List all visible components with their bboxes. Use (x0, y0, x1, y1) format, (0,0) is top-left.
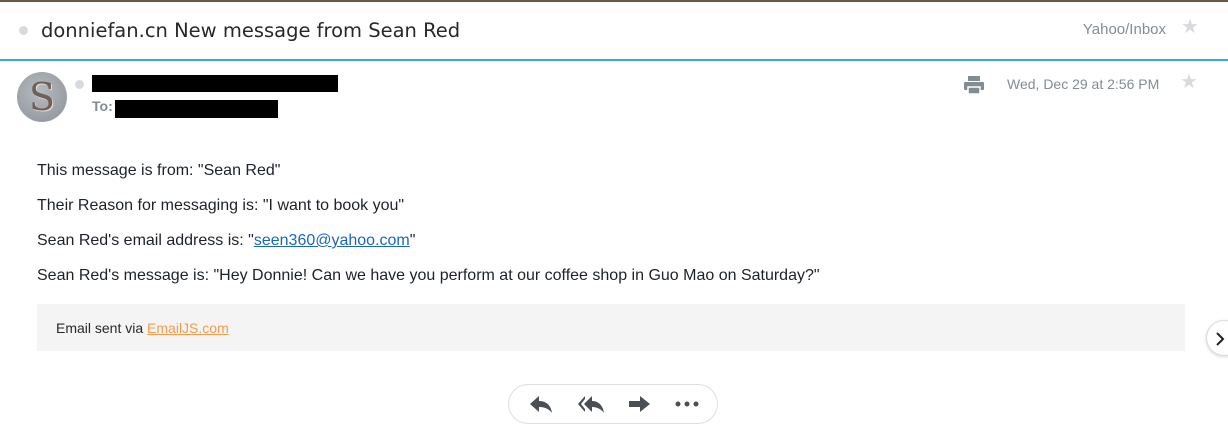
chevron-right-icon (1216, 332, 1225, 346)
star-icon[interactable]: ★ (1180, 72, 1198, 92)
forward-button[interactable] (621, 385, 657, 423)
footer-text: Email sent via EmailJS.com (56, 320, 229, 336)
reply-all-icon (578, 396, 604, 413)
forward-icon (629, 396, 650, 412)
sender-status-dot (75, 80, 84, 89)
body-line-email: Sean Red's email address is: "seen360@ya… (37, 232, 415, 250)
more-icon (675, 401, 699, 407)
reply-all-button[interactable] (571, 385, 611, 423)
avatar: S (17, 72, 67, 122)
reply-icon (530, 396, 552, 413)
emailjs-link[interactable]: EmailJS.com (147, 320, 229, 336)
star-icon[interactable]: ★ (1181, 17, 1199, 37)
footer-prefix: Email sent via (56, 320, 148, 336)
email-suffix: " (409, 232, 416, 249)
more-actions-button[interactable] (667, 385, 707, 423)
redacted-sender (92, 75, 338, 92)
body-line-from: This message is from: "Sean Red" (37, 162, 281, 179)
message-date: Wed, Dec 29 at 2:56 PM (1007, 76, 1160, 92)
redacted-recipient (115, 100, 278, 118)
email-subject: donniefan.cn New message from Sean Red (41, 19, 461, 42)
subject-bar: donniefan.cn New message from Sean Red Y… (0, 2, 1228, 61)
avatar-letter: S (28, 75, 56, 119)
footer-box: Email sent via EmailJS.com (37, 304, 1185, 351)
unread-dot[interactable] (19, 26, 28, 35)
body-line-reason: Their Reason for messaging is: "I want t… (37, 197, 405, 214)
email-prefix: Sean Red's email address is: " (37, 232, 254, 249)
reply-button[interactable] (523, 385, 559, 423)
to-label: To: (92, 98, 113, 114)
next-message-button[interactable] (1206, 320, 1228, 356)
body-line-message: Sean Red's message is: "Hey Donnie! Can … (37, 267, 820, 284)
email-link[interactable]: seen360@yahoo.com (254, 232, 410, 249)
folder-label[interactable]: Yahoo/Inbox (1083, 21, 1166, 38)
action-toolbar (508, 384, 718, 424)
print-icon[interactable] (963, 75, 985, 95)
